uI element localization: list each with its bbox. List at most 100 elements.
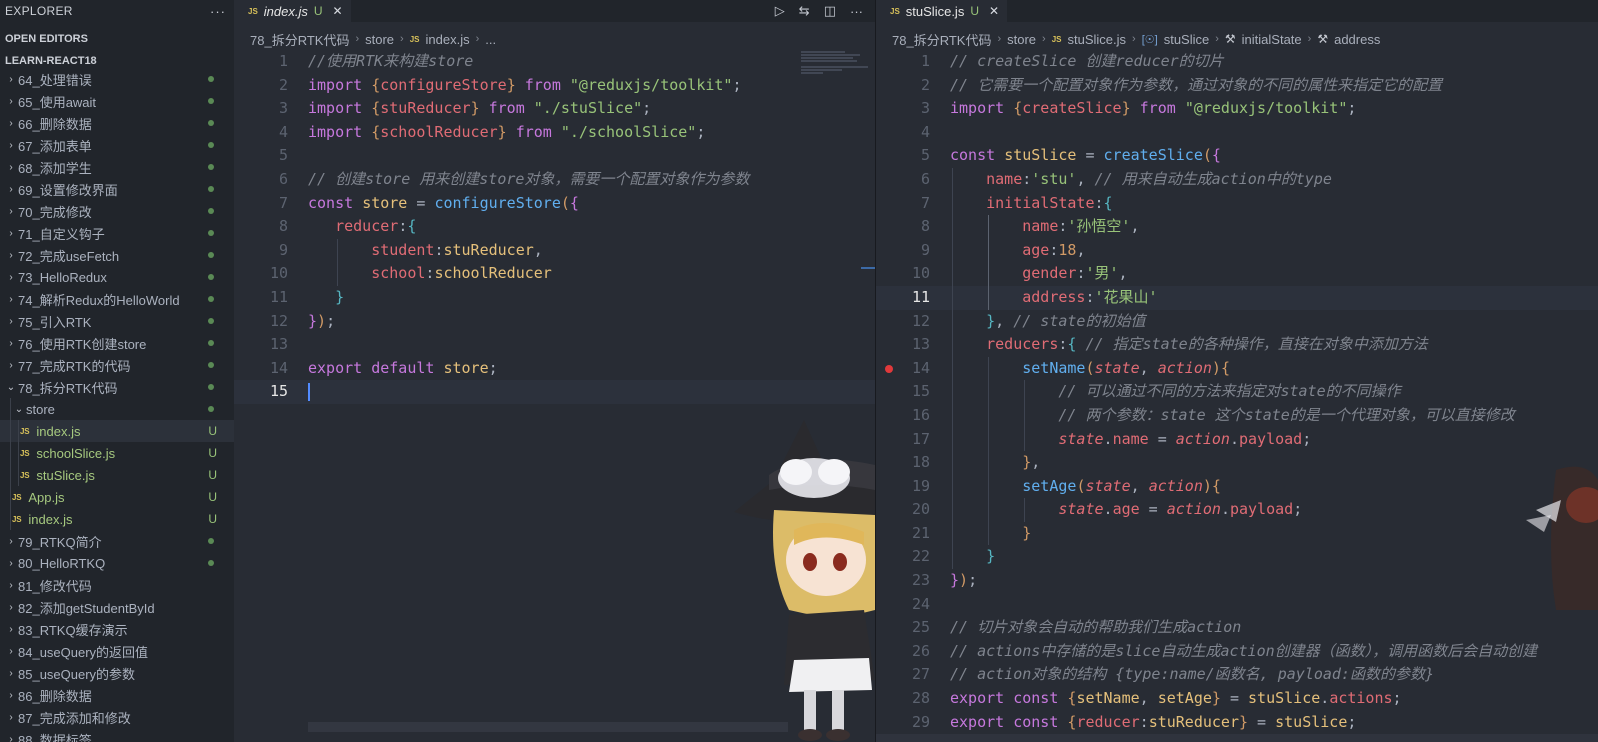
breadcrumb-property[interactable]: initialState (1242, 32, 1302, 47)
folder-item[interactable]: › 76_使用RTK创建store (0, 332, 234, 354)
code-line[interactable]: 6 // 创建store 用来创建store对象，需要一个配置对象作为参数 (234, 168, 875, 192)
folder-item[interactable]: ⌄ store (0, 398, 234, 420)
folder-item[interactable]: › 75_引入RTK (0, 310, 234, 332)
code-line[interactable]: 13 reducers:{ // 指定state的各种操作，直接在对象中添加方法 (876, 333, 1598, 357)
folder-item[interactable]: › 71_自定义钩子 (0, 222, 234, 244)
breadcrumb-tail[interactable]: ... (485, 32, 496, 47)
folder-item[interactable]: › 87_完成添加和修改 (0, 706, 234, 728)
code-line[interactable]: 13 (234, 333, 875, 357)
breadcrumb-folder[interactable]: 78_拆分RTK代码 (892, 30, 991, 49)
code-line[interactable]: 2 import {configureStore} from "@reduxjs/… (234, 74, 875, 98)
code-line[interactable]: 12 }, // state的初始值 (876, 309, 1598, 334)
code-line[interactable]: 11 } (234, 286, 875, 310)
folder-item[interactable]: › 65_使用await (0, 90, 234, 112)
code-line[interactable]: 1 //使用RTK来构建store (234, 50, 875, 74)
code-line[interactable]: 16 // 两个参数：state 这个state的是一个代理对象，可以直接修改 (876, 403, 1598, 428)
code-line[interactable]: 9 student:stuReducer, (234, 238, 875, 263)
code-line[interactable]: 4 (876, 121, 1598, 145)
horizontal-scrollbar-right[interactable] (876, 734, 1598, 742)
code-line[interactable]: 19 setAge(state, action){ (876, 474, 1598, 499)
code-line[interactable]: 25 // 切片对象会自动的帮助我们生成action (876, 616, 1598, 640)
tab-stuslice-js[interactable]: JS stuSlice.js U ✕ (876, 0, 1008, 22)
file-item[interactable]: JS App.js U (0, 486, 234, 508)
more-actions-icon[interactable]: ··· (850, 4, 863, 19)
code-line[interactable]: 3 import {stuReducer} from "./stuSlice"; (234, 97, 875, 121)
code-line[interactable]: 28 export const {setName, setAge} = stuSl… (876, 687, 1598, 711)
code-line[interactable]: 9 age:18, (876, 238, 1598, 263)
code-line[interactable]: 27 // action对象的结构 {type:name/函数名, payload… (876, 663, 1598, 687)
run-icon[interactable]: ▷ (775, 3, 785, 19)
code-line[interactable]: 10 gender:'男', (876, 262, 1598, 286)
open-editors-section[interactable]: OPEN EDITORS (0, 28, 234, 50)
folder-item[interactable]: › 79_RTKQ简介 (0, 530, 234, 552)
file-item[interactable]: JS index.js U (0, 420, 234, 442)
folder-item[interactable]: › 88_数据标签 (0, 728, 234, 742)
code-line[interactable]: 1 // createSlice 创建reducer的切片 (876, 50, 1598, 74)
code-line[interactable]: 8 reducer:{ (234, 215, 875, 239)
folder-item[interactable]: › 85_useQuery的参数 (0, 662, 234, 684)
code-line[interactable]: 14 setName(state, action){ (876, 356, 1598, 381)
code-editor-left[interactable]: 1 //使用RTK来构建store 2 import {configureStore}… (234, 50, 875, 742)
breadcrumb-property[interactable]: address (1334, 32, 1380, 47)
breadcrumb-symbol[interactable]: stuSlice (1164, 32, 1210, 47)
breadcrumb-file[interactable]: stuSlice.js (1068, 32, 1127, 47)
breadcrumb-folder[interactable]: 78_拆分RTK代码 (250, 30, 349, 49)
folder-item[interactable]: › 72_完成useFetch (0, 244, 234, 266)
code-line[interactable]: 3 import {createSlice} from "@reduxjs/too… (876, 97, 1598, 121)
code-line[interactable]: 24 (876, 593, 1598, 617)
folder-item[interactable]: › 68_添加学生 (0, 156, 234, 178)
folder-item[interactable]: ⌄ 78_拆分RTK代码 (0, 376, 234, 398)
code-line[interactable]: 14 export default store; (234, 357, 875, 381)
file-item[interactable]: JS schoolSlice.js U (0, 442, 234, 464)
close-icon[interactable]: ✕ (333, 4, 343, 18)
code-line[interactable]: 26 // actions中存储的是slice自动生成action创建器（函数），… (876, 640, 1598, 664)
split-editor-icon[interactable]: ◫ (824, 3, 836, 19)
folder-item[interactable]: › 70_完成修改 (0, 200, 234, 222)
code-line[interactable]: 5 const stuSlice = createSlice({ (876, 144, 1598, 168)
breadcrumb-store[interactable]: store (365, 32, 394, 47)
code-line[interactable]: 8 name:'孙悟空', (876, 215, 1598, 239)
code-line[interactable]: 2 // 它需要一个配置对象作为参数，通过对象的不同的属性来指定它的配置 (876, 74, 1598, 98)
folder-item[interactable]: › 80_HelloRTKQ (0, 552, 234, 574)
breadcrumb-file[interactable]: index.js (426, 32, 470, 47)
code-line[interactable]: 12}); (234, 310, 875, 334)
breadcrumb-store[interactable]: store (1007, 32, 1036, 47)
code-line[interactable]: 22 } (876, 545, 1598, 570)
folder-item[interactable]: › 74_解析Redux的HelloWorld (0, 288, 234, 310)
code-line[interactable]: 11 address:'花果山' (876, 285, 1598, 310)
folder-item[interactable]: › 81_修改代码 (0, 574, 234, 596)
explorer-more-icon[interactable]: ··· (210, 4, 226, 19)
folder-item[interactable]: › 67_添加表单 (0, 134, 234, 156)
code-line[interactable]: 17 state.name = action.payload; (876, 427, 1598, 452)
folder-item[interactable]: › 73_HelloRedux (0, 266, 234, 288)
folder-item[interactable]: › 82_添加getStudentById (0, 596, 234, 618)
close-icon[interactable]: ✕ (989, 4, 999, 18)
tab-index-js[interactable]: JS index.js U ✕ (234, 0, 351, 22)
folder-item[interactable]: › 69_设置修改界面 (0, 178, 234, 200)
folder-item[interactable]: › 77_完成RTK的代码 (0, 354, 234, 376)
folder-item[interactable]: › 83_RTKQ缓存演示 (0, 618, 234, 640)
code-line[interactable]: 6 name:'stu', // 用来自动生成action中的type (876, 167, 1598, 192)
code-editor-right[interactable]: 1 // createSlice 创建reducer的切片 2 // 它需要一个配置对… (876, 50, 1598, 742)
horizontal-scrollbar-left[interactable] (308, 722, 788, 732)
folder-item[interactable]: › 86_删除数据 (0, 684, 234, 706)
minimap-left[interactable] (801, 50, 875, 80)
code-line[interactable]: 23}); (876, 569, 1598, 593)
code-line[interactable]: 4 import {schoolReducer} from "./schoolSl… (234, 121, 875, 145)
code-line[interactable]: 15 // 可以通过不同的方法来指定对state的不同操作 (876, 380, 1598, 404)
code-line[interactable]: 18 }, (876, 451, 1598, 475)
file-item[interactable]: JS stuSlice.js U (0, 464, 234, 486)
code-line[interactable]: 20 state.age = action.payload; (876, 498, 1598, 522)
code-line[interactable]: 7 initialState:{ (876, 191, 1598, 216)
code-line[interactable]: 21 } (876, 521, 1598, 546)
code-line[interactable]: 7 const store = configureStore({ (234, 192, 875, 216)
code-line[interactable]: 10 school:schoolReducer (234, 262, 875, 286)
file-item[interactable]: JS index.js U (0, 508, 234, 530)
compare-changes-icon[interactable]: ⇆ (799, 3, 810, 19)
code-line[interactable]: 5 (234, 144, 875, 168)
folder-item[interactable]: › 64_处理错误 (0, 68, 234, 90)
code-line[interactable]: 15 (234, 380, 875, 404)
folder-item[interactable]: › 66_删除数据 (0, 112, 234, 134)
code-line[interactable]: 29 export const {reducer:stuReducer} = st… (876, 711, 1598, 735)
folder-item[interactable]: › 84_useQuery的返回值 (0, 640, 234, 662)
